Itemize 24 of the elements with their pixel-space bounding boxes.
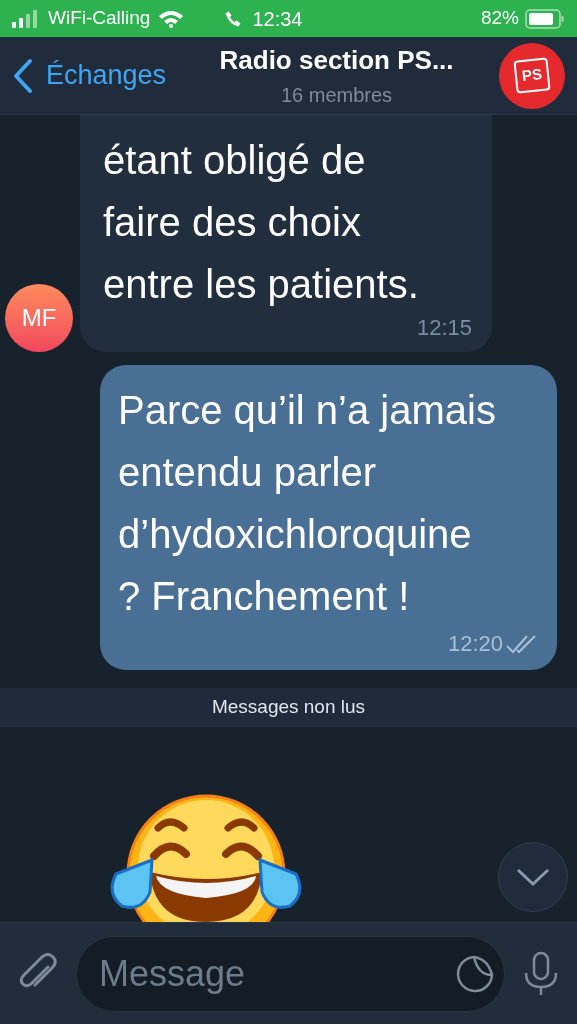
signal-icon (12, 9, 40, 28)
logo-text: PS (513, 57, 551, 94)
phone-icon (224, 9, 243, 28)
divider-label: Messages non lus (211, 695, 366, 720)
chevron-left-icon (12, 57, 34, 94)
message-time: 12:15 (416, 314, 472, 342)
clock: 12:34 (252, 6, 303, 32)
chevron-down-icon (515, 867, 551, 887)
carrier-label: WiFi-Calling (48, 6, 151, 31)
message-field[interactable]: Message (76, 935, 505, 1012)
battery-percent: 82% (480, 6, 519, 31)
battery-icon (525, 8, 565, 29)
chat-title: Radio section PS... (219, 44, 454, 77)
message-text: Parce qu’il n’a jamais entendu parler d’hydoxichloroquine ? Franchement ! (118, 387, 497, 620)
sticker-icon[interactable] (456, 954, 494, 993)
back-button[interactable]: Échanges (12, 55, 167, 96)
message-time: 12:20 (447, 630, 503, 658)
message-input[interactable]: Message (99, 946, 456, 1001)
message-text: étant obligé de faire des choix entre les patients. (103, 137, 420, 308)
microphone-icon[interactable] (523, 950, 559, 997)
avatar[interactable]: MF (5, 284, 73, 352)
group-avatar[interactable]: PS (499, 42, 565, 109)
member-count: 16 membres (280, 83, 393, 108)
wifi-icon (158, 9, 185, 28)
